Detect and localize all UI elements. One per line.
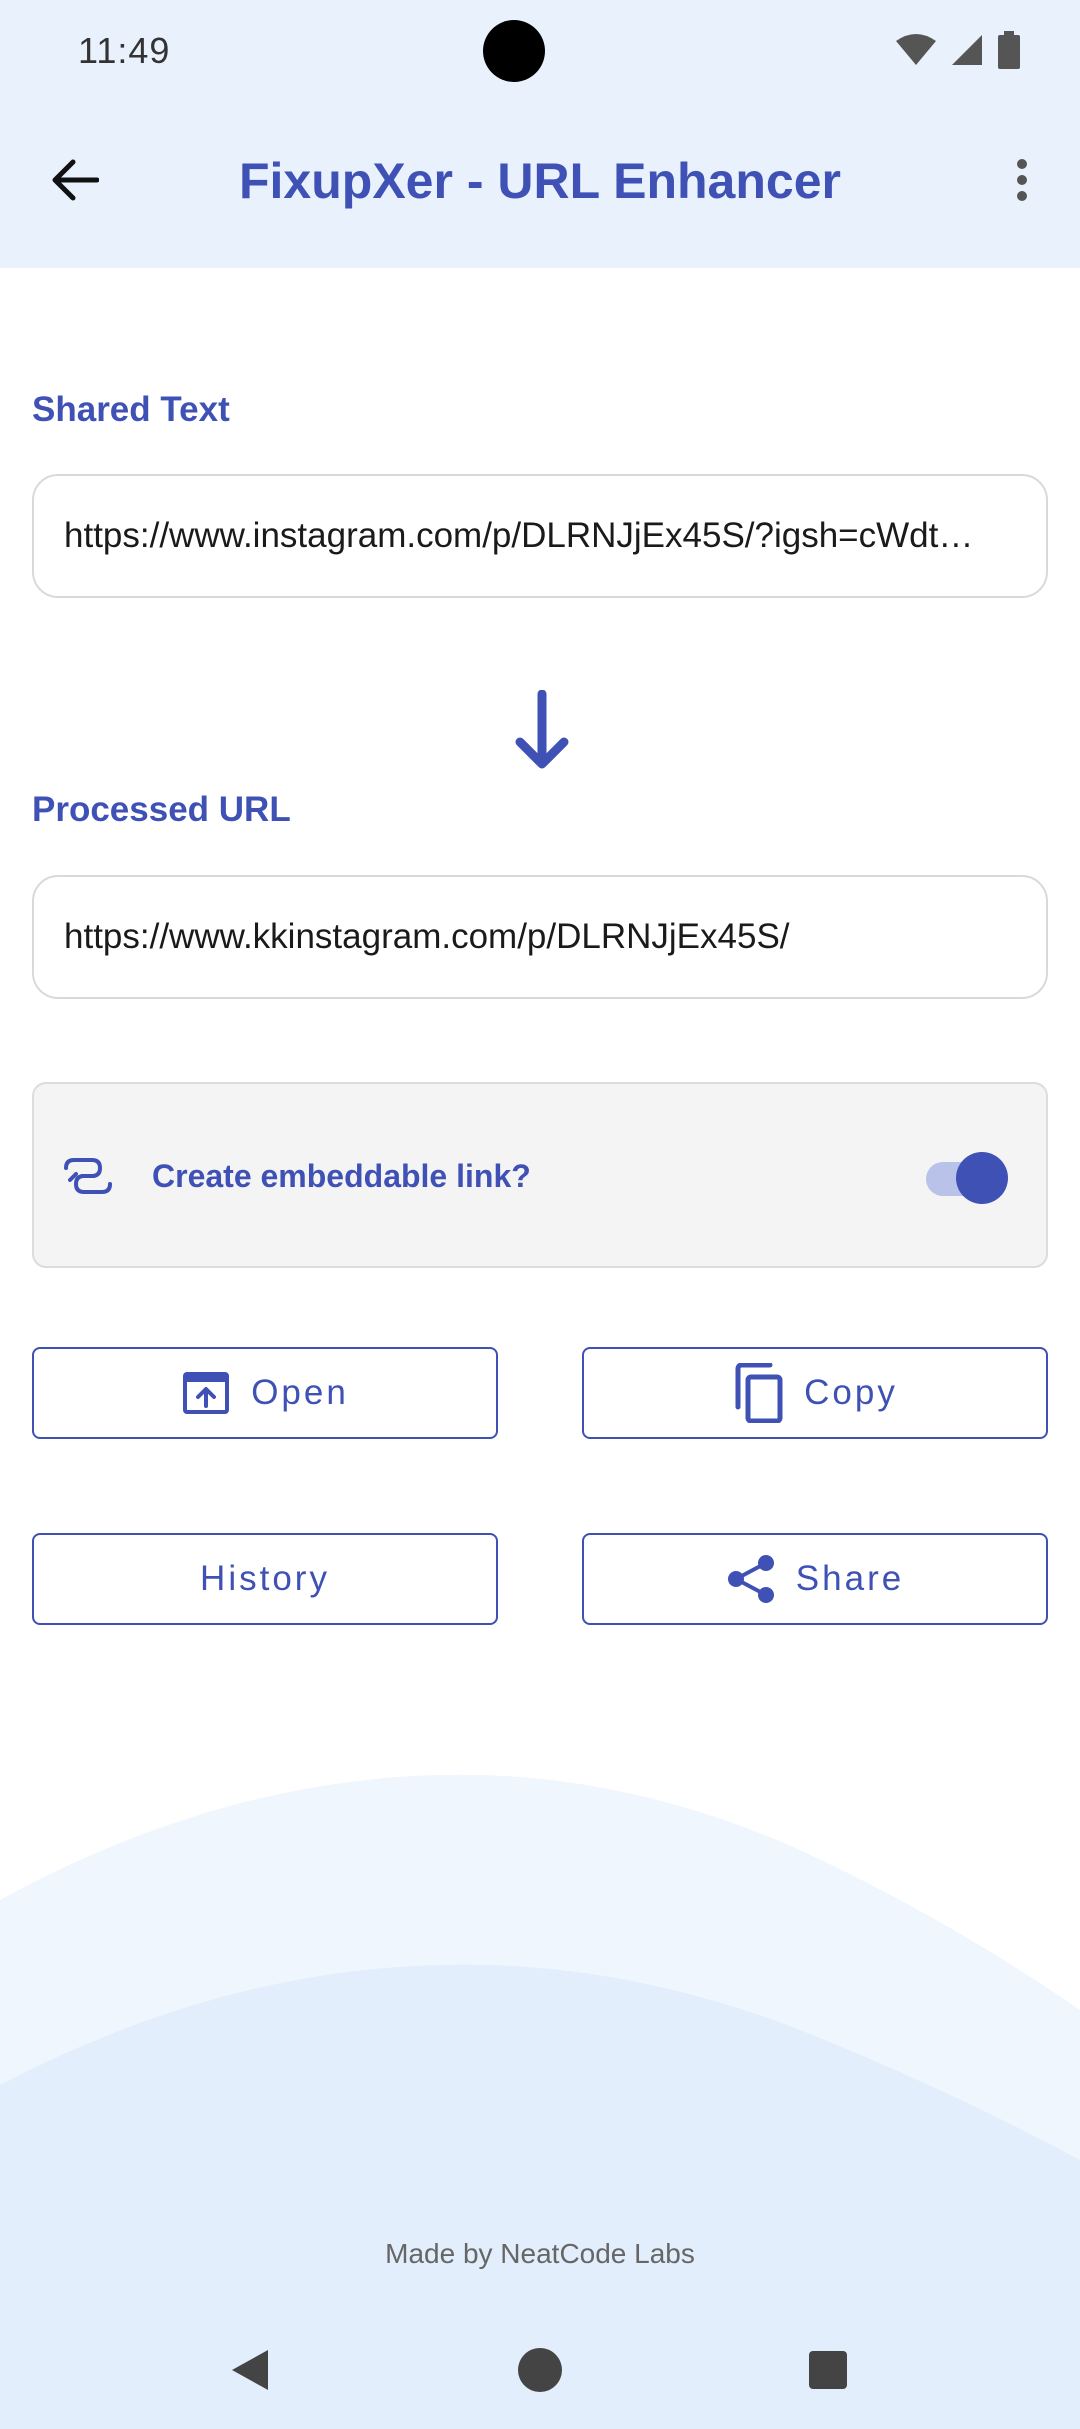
more-vert-icon [1017, 159, 1027, 201]
shared-text-value: https://www.instagram.com/p/DLRNJjEx45S/… [64, 516, 974, 555]
shared-text-field[interactable]: https://www.instagram.com/p/DLRNJjEx45S/… [32, 474, 1048, 598]
share-icon [727, 1555, 774, 1603]
status-bar: 11:49 [0, 0, 1080, 100]
embed-option-card: Create embeddable link? [32, 1082, 1048, 1268]
status-time: 11:49 [78, 30, 171, 71]
processed-url-label: Processed URL [32, 790, 291, 829]
nav-recents-button[interactable] [788, 2330, 868, 2410]
history-button[interactable]: History [32, 1533, 498, 1625]
open-in-browser-icon [183, 1372, 230, 1414]
processed-url-value: https://www.kkinstagram.com/p/DLRNJjEx45… [64, 917, 790, 956]
arrow-down-icon [515, 690, 569, 769]
embed-link-icon [64, 1158, 112, 1194]
open-button[interactable]: Open [32, 1347, 498, 1439]
embed-option-label: Create embeddable link? [152, 1158, 531, 1194]
battery-icon [998, 31, 1020, 69]
system-nav-bar [0, 2310, 1080, 2429]
status-icons [896, 30, 1020, 70]
copy-button[interactable]: Copy [582, 1347, 1048, 1439]
nav-back-icon [232, 2350, 268, 2390]
history-button-label: History [200, 1559, 330, 1598]
nav-recents-icon [809, 2351, 847, 2389]
open-button-label: Open [251, 1373, 349, 1412]
camera-cutout [483, 20, 545, 82]
share-button-label: Share [795, 1559, 905, 1598]
footer-credit: Made by NeatCode Labs [385, 2238, 695, 2269]
share-button[interactable]: Share [582, 1533, 1048, 1625]
app-bar: FixupXer - URL Enhancer [0, 100, 1080, 268]
nav-home-icon [518, 2348, 562, 2392]
copy-icon [735, 1363, 783, 1423]
signal-icon [952, 35, 982, 65]
nav-back-button[interactable] [210, 2330, 290, 2410]
nav-home-button[interactable] [500, 2330, 580, 2410]
wifi-icon [896, 34, 936, 65]
processed-url-field[interactable]: https://www.kkinstagram.com/p/DLRNJjEx45… [32, 875, 1048, 999]
embed-toggle-switch[interactable] [920, 1148, 1008, 1206]
overflow-menu-button[interactable] [992, 145, 1052, 215]
shared-text-label: Shared Text [32, 390, 230, 429]
switch-thumb [956, 1152, 1008, 1204]
copy-button-label: Copy [804, 1373, 898, 1412]
app-title: FixupXer - URL Enhancer [239, 153, 841, 209]
